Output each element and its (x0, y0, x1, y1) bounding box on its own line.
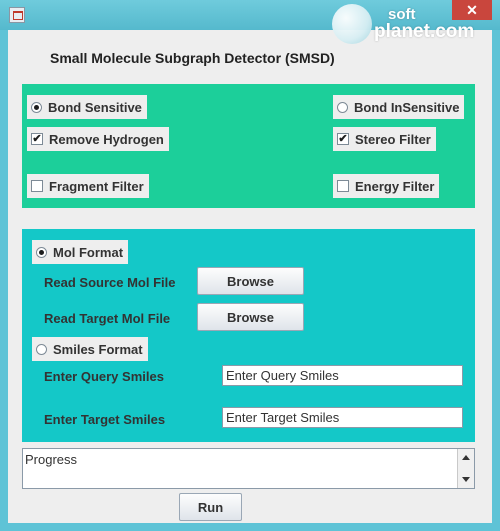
checkbox-checked-icon: ✔ (337, 133, 349, 145)
run-button[interactable]: Run (179, 493, 242, 521)
app-window: ✕ Small Molecule Subgraph Detector (SMSD… (0, 0, 500, 531)
softplanet-watermark: soft planet.com (332, 2, 492, 46)
radio-unselected-icon (36, 343, 47, 355)
input-panel: Mol Format Read Source Mol File Browse R… (22, 229, 475, 442)
mol-format-radio[interactable]: Mol Format (32, 240, 129, 264)
stereo-filter-checkbox[interactable]: ✔ Stereo Filter (333, 127, 436, 151)
stereo-filter-label: Stereo Filter (355, 131, 431, 147)
progress-scrollbar[interactable] (457, 449, 474, 488)
bond-sensitive-radio[interactable]: Bond Sensitive (27, 95, 147, 119)
main-content: Small Molecule Subgraph Detector (SMSD) … (8, 30, 492, 523)
query-smiles-label: Enter Query Smiles (44, 369, 164, 384)
progress-text: Progress (25, 452, 78, 467)
remove-hydrogen-label: Remove Hydrogen (49, 131, 164, 147)
scroll-down-arrow-icon[interactable] (462, 477, 470, 482)
checkbox-checked-icon: ✔ (31, 133, 43, 145)
java-app-icon (9, 7, 25, 23)
fragment-filter-checkbox[interactable]: Fragment Filter (27, 174, 149, 198)
smiles-format-radio[interactable]: Smiles Format (32, 337, 148, 361)
remove-hydrogen-checkbox[interactable]: ✔ Remove Hydrogen (27, 127, 169, 151)
energy-filter-label: Energy Filter (355, 178, 435, 194)
options-panel: Bond Sensitive Bond InSensitive ✔ Remove… (22, 84, 475, 208)
checkbox-unchecked-icon (337, 180, 349, 192)
radio-unselected-icon (337, 101, 348, 113)
browse-target-button[interactable]: Browse (197, 303, 304, 331)
scroll-up-arrow-icon[interactable] (462, 455, 470, 460)
progress-area[interactable]: Progress (22, 448, 475, 489)
page-title: Small Molecule Subgraph Detector (SMSD) (50, 50, 335, 66)
globe-logo-icon (332, 4, 372, 44)
query-smiles-input[interactable]: Enter Query Smiles (222, 365, 463, 386)
browse-source-button[interactable]: Browse (197, 267, 304, 295)
watermark-line2: planet.com (374, 21, 475, 42)
fragment-filter-label: Fragment Filter (49, 178, 144, 194)
radio-selected-icon (36, 246, 47, 258)
read-source-label: Read Source Mol File (44, 275, 176, 290)
target-smiles-label: Enter Target Smiles (44, 412, 166, 427)
bond-sensitive-label: Bond Sensitive (48, 99, 142, 115)
radio-selected-icon (31, 101, 42, 113)
smiles-format-label: Smiles Format (53, 341, 143, 357)
mol-format-label: Mol Format (53, 244, 124, 260)
target-smiles-input[interactable]: Enter Target Smiles (222, 407, 463, 428)
energy-filter-checkbox[interactable]: Energy Filter (333, 174, 440, 198)
bond-insensitive-radio[interactable]: Bond InSensitive (333, 95, 465, 119)
checkbox-unchecked-icon (31, 180, 43, 192)
watermark-text: soft planet.com (374, 6, 475, 42)
read-target-label: Read Target Mol File (44, 311, 171, 326)
bond-insensitive-label: Bond InSensitive (354, 99, 460, 115)
